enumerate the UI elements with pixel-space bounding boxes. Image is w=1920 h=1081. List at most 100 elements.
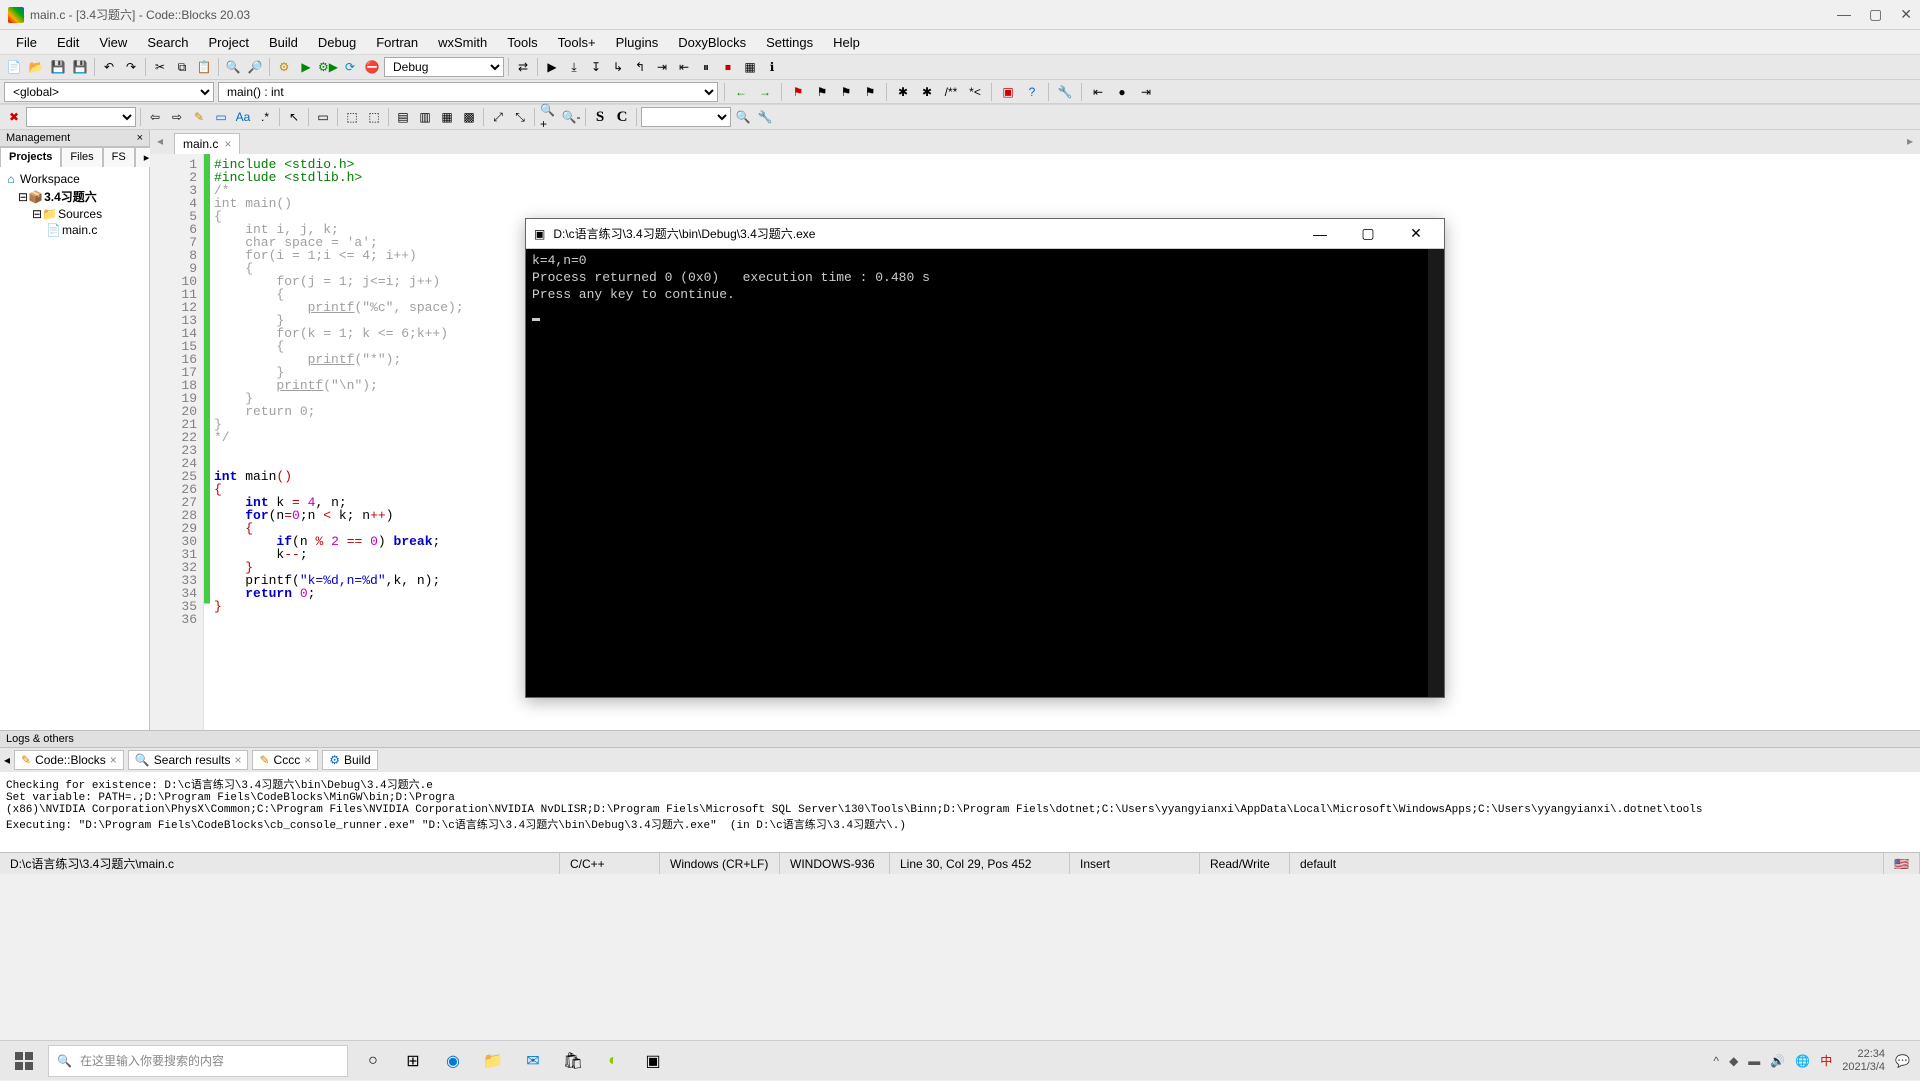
next-line-icon[interactable]: ↧ bbox=[586, 57, 606, 77]
step-instr-icon[interactable]: ⇤ bbox=[674, 57, 694, 77]
save-all-icon[interactable]: 💾 bbox=[70, 57, 90, 77]
tray-chevron-icon[interactable]: ^ bbox=[1713, 1054, 1719, 1068]
stop-icon[interactable]: ⏹ bbox=[718, 57, 738, 77]
console-window[interactable]: ▣ D:\c语言练习\3.4习题六\bin\Debug\3.4习题六.exe —… bbox=[525, 218, 1445, 698]
tray-notifications-icon[interactable]: 💬 bbox=[1895, 1054, 1910, 1068]
match-case-icon[interactable]: Aa bbox=[233, 107, 253, 127]
run-to-cursor-icon[interactable]: ⤓ bbox=[564, 57, 584, 77]
clear-icon[interactable]: ✖ bbox=[4, 107, 24, 127]
close-button[interactable]: ✕ bbox=[1900, 6, 1912, 23]
letter-s-icon[interactable]: S bbox=[590, 107, 610, 127]
debug-windows-icon[interactable]: ▦ bbox=[740, 57, 760, 77]
letter-c-icon[interactable]: C bbox=[612, 107, 632, 127]
zoom-out-icon[interactable]: 🔍- bbox=[561, 107, 581, 127]
close-icon[interactable]: × bbox=[110, 753, 117, 767]
insert-box-icon[interactable]: ▭ bbox=[313, 107, 333, 127]
thread-options-icon[interactable]: 🔧 bbox=[755, 107, 775, 127]
log-tab-cccc[interactable]: ✎Cccc× bbox=[252, 750, 318, 770]
rebuild-icon[interactable]: ⟳ bbox=[340, 57, 360, 77]
tray-volume-icon[interactable]: 🔊 bbox=[1770, 1054, 1785, 1068]
forward-icon[interactable]: → bbox=[755, 82, 775, 102]
menu-plugins[interactable]: Plugins bbox=[608, 33, 667, 52]
paste-icon[interactable]: 📋 bbox=[194, 57, 214, 77]
explorer-icon[interactable]: 📁 bbox=[480, 1048, 506, 1074]
taskbar-search[interactable]: 🔍 在这里输入你要搜索的内容 bbox=[48, 1045, 348, 1077]
jump-fwd-icon[interactable]: ⇥ bbox=[1136, 82, 1156, 102]
grid2-icon[interactable]: ▥ bbox=[415, 107, 435, 127]
menu-help[interactable]: Help bbox=[825, 33, 868, 52]
tree-file[interactable]: main.c bbox=[62, 223, 97, 237]
jump-here-icon[interactable]: ● bbox=[1112, 82, 1132, 102]
nav-fwd-icon[interactable]: ⇨ bbox=[167, 107, 187, 127]
console-titlebar[interactable]: ▣ D:\c语言练习\3.4习题六\bin\Debug\3.4习题六.exe —… bbox=[526, 219, 1444, 249]
close-icon[interactable]: × bbox=[304, 753, 311, 767]
tree-expand-icon[interactable]: ⊟ bbox=[32, 207, 42, 221]
console-close-button[interactable]: ✕ bbox=[1396, 225, 1436, 242]
save-icon[interactable]: 💾 bbox=[48, 57, 68, 77]
step-into-icon[interactable]: ↳ bbox=[608, 57, 628, 77]
regex-icon[interactable]: .* bbox=[255, 107, 275, 127]
doxy-block-icon[interactable]: /** bbox=[941, 82, 961, 102]
toggle-source-header-icon[interactable]: ⇄ bbox=[513, 57, 533, 77]
menu-build[interactable]: Build bbox=[261, 33, 306, 52]
bookmark-prev-icon[interactable]: ⚑ bbox=[812, 82, 832, 102]
tray-clock[interactable]: 22:34 2021/3/4 bbox=[1842, 1048, 1885, 1072]
build-run-icon[interactable]: ⚙▶ bbox=[318, 57, 338, 77]
select-icon[interactable]: ▭ bbox=[211, 107, 231, 127]
menu-toolsplus[interactable]: Tools+ bbox=[550, 33, 604, 52]
nav-back-icon[interactable]: ⇦ bbox=[145, 107, 165, 127]
hsizer-icon[interactable]: ⬚ bbox=[342, 107, 362, 127]
highlight-icon[interactable]: ✎ bbox=[189, 107, 209, 127]
log-tab-build[interactable]: ⚙Build bbox=[322, 750, 377, 770]
log-output[interactable]: Checking for existence: D:\c语言练习\3.4习题六\… bbox=[0, 772, 1920, 852]
log-tab-search[interactable]: 🔍Search results× bbox=[128, 750, 249, 770]
tab-files[interactable]: Files bbox=[61, 147, 102, 167]
vsizer-icon[interactable]: ⬚ bbox=[364, 107, 384, 127]
tree-workspace[interactable]: Workspace bbox=[20, 172, 80, 186]
build-target-combo[interactable]: Debug bbox=[384, 57, 504, 77]
step-out-icon[interactable]: ↰ bbox=[630, 57, 650, 77]
menu-settings[interactable]: Settings bbox=[758, 33, 821, 52]
menu-tools[interactable]: Tools bbox=[499, 33, 545, 52]
abort-icon[interactable]: ⛔ bbox=[362, 57, 382, 77]
console-maximize-button[interactable]: ▢ bbox=[1348, 225, 1388, 242]
scope-global-combo[interactable]: <global> bbox=[4, 82, 214, 102]
menu-view[interactable]: View bbox=[91, 33, 135, 52]
scope-symbol-combo[interactable]: main() : int bbox=[218, 82, 718, 102]
logs-tab-prev-icon[interactable]: ◂ bbox=[4, 753, 10, 767]
tree-folder[interactable]: Sources bbox=[58, 207, 102, 221]
doxy-extract-icon[interactable]: ✱ bbox=[917, 82, 937, 102]
grid3-icon[interactable]: ▦ bbox=[437, 107, 457, 127]
close-icon[interactable]: × bbox=[234, 753, 241, 767]
zoom-in-icon[interactable]: 🔍+ bbox=[539, 107, 559, 127]
console-minimize-button[interactable]: — bbox=[1300, 226, 1340, 242]
bookmark-next-icon[interactable]: ⚑ bbox=[836, 82, 856, 102]
build-icon[interactable]: ⚙ bbox=[274, 57, 294, 77]
copy-icon[interactable]: ⧉ bbox=[172, 57, 192, 77]
replace-icon[interactable]: 🔎 bbox=[245, 57, 265, 77]
start-button[interactable] bbox=[0, 1041, 48, 1081]
menu-wxsmith[interactable]: wxSmith bbox=[430, 33, 495, 52]
redo-icon[interactable]: ↷ bbox=[121, 57, 141, 77]
info-icon[interactable]: ℹ bbox=[762, 57, 782, 77]
status-lang-indicator[interactable]: 🇺🇸 bbox=[1884, 853, 1920, 874]
console-scrollbar[interactable] bbox=[1428, 249, 1444, 697]
tab-close-icon[interactable]: × bbox=[224, 137, 231, 151]
cut-icon[interactable]: ✂ bbox=[150, 57, 170, 77]
menu-project[interactable]: Project bbox=[201, 33, 257, 52]
symbol-combo[interactable] bbox=[26, 107, 136, 127]
doxy-line-icon[interactable]: *< bbox=[965, 82, 985, 102]
next-instr-icon[interactable]: ⇥ bbox=[652, 57, 672, 77]
tray-ime-icon[interactable]: 中 bbox=[1820, 1052, 1832, 1069]
taskview-icon[interactable]: ⊞ bbox=[400, 1048, 426, 1074]
management-close-icon[interactable]: × bbox=[137, 132, 143, 144]
editor-tab-mainc[interactable]: main.c × bbox=[174, 133, 240, 154]
break-icon[interactable]: ⏸ bbox=[696, 57, 716, 77]
thread-search-icon[interactable]: 🔍 bbox=[733, 107, 753, 127]
tree-project[interactable]: 3.4习题六 bbox=[44, 190, 97, 204]
undo-icon[interactable]: ↶ bbox=[99, 57, 119, 77]
tab-prev-icon[interactable]: ◂ bbox=[154, 134, 166, 148]
doxy-prefs-icon[interactable]: 🔧 bbox=[1055, 82, 1075, 102]
maximize-button[interactable]: ▢ bbox=[1869, 6, 1882, 23]
menu-doxyblocks[interactable]: DoxyBlocks bbox=[670, 33, 754, 52]
